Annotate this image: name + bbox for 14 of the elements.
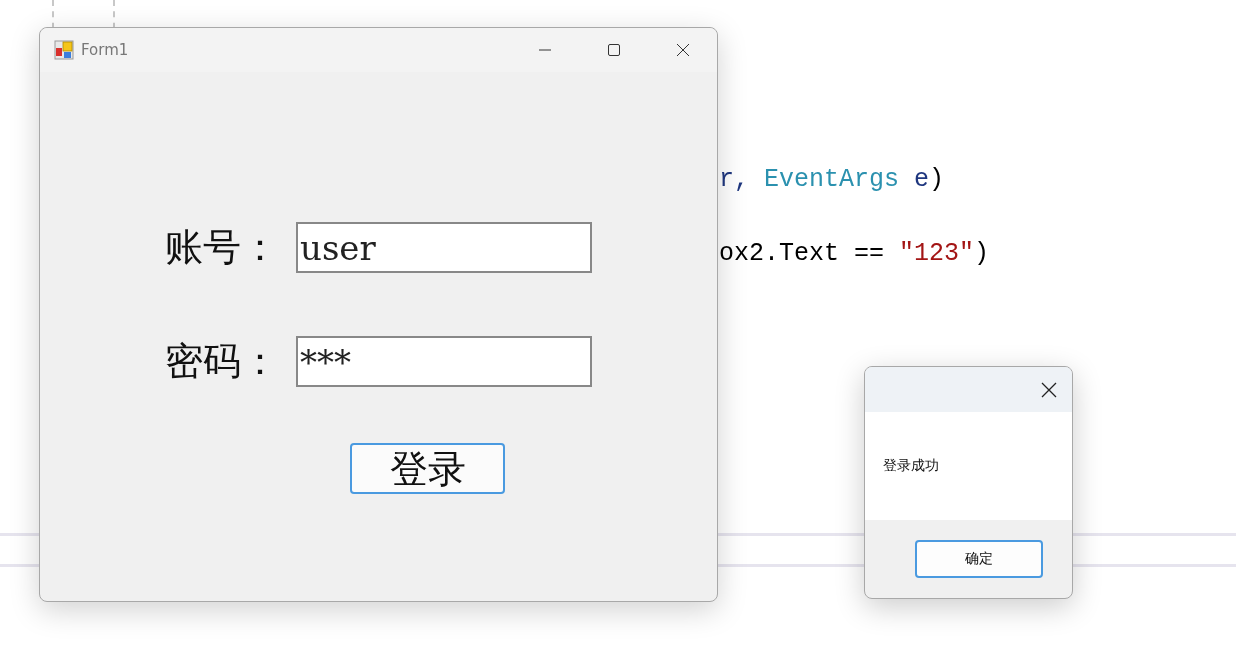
- field-label: 密码：: [165, 338, 280, 385]
- message-text: 登录成功: [883, 457, 939, 475]
- login-button[interactable]: 登录: [350, 443, 505, 494]
- input-field[interactable]: ***: [296, 336, 592, 387]
- field-label: 账号：: [165, 224, 280, 271]
- maximize-icon: [606, 43, 621, 57]
- close-icon: [1041, 381, 1057, 398]
- app-icon: [54, 40, 74, 60]
- close-icon: [675, 43, 690, 57]
- code-line: r, EventArgs e): [719, 164, 946, 196]
- ok-button[interactable]: 确定: [915, 540, 1043, 578]
- input-field[interactable]: user: [296, 222, 592, 273]
- window-title: Form1: [81, 41, 129, 59]
- code-line: ox2.Text == "123"): [719, 238, 990, 270]
